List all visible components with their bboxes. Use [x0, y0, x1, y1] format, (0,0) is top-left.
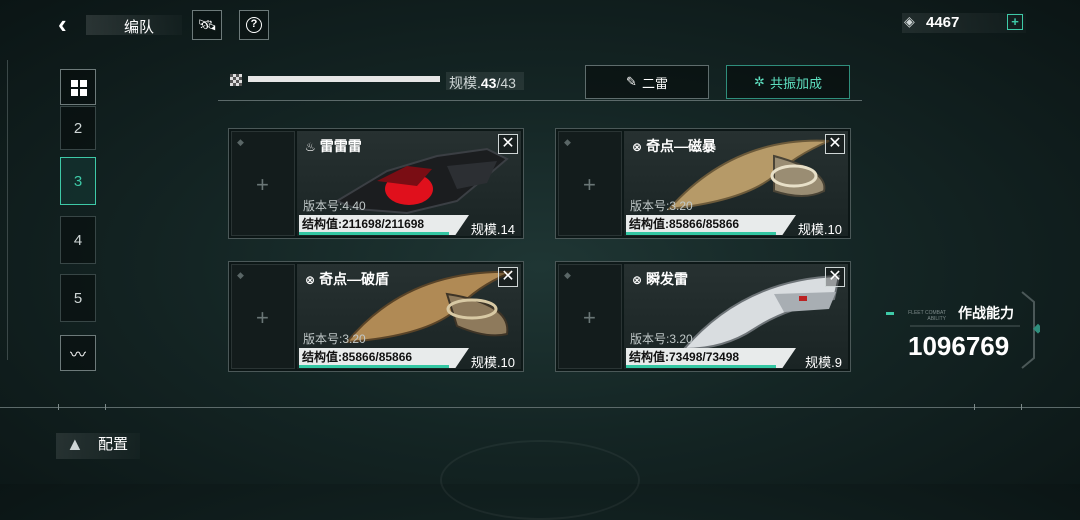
plus-icon: +	[583, 172, 596, 197]
ship-version: 版本号:3.20	[630, 199, 693, 213]
scale-progress-bar	[248, 76, 440, 82]
ship-card[interactable]: ◆ + ⊗ 奇点—磁暴 ✕ 版本号:3.20 结构值:85866/85866 规模.…	[555, 128, 851, 239]
scale-text: 规模.43/43	[449, 75, 516, 91]
diamond-icon: ◆	[564, 270, 571, 280]
power-value: 1096769	[908, 331, 1010, 361]
ship-version: 版本号:4.40	[303, 199, 366, 213]
checker-icon	[230, 74, 242, 86]
left-edge-frame	[0, 60, 8, 360]
ship-card[interactable]: ◆ + ♨ 雷雷雷 ✕ 版本号:4.40 结构值:211698/211698 规模.…	[228, 128, 524, 239]
bottom-marker-left	[58, 404, 106, 410]
ship-scale: 规模.14	[470, 222, 515, 236]
structure-bar	[299, 365, 449, 368]
core-icon: ⊗	[632, 140, 643, 154]
pencil-icon: ✎	[626, 74, 637, 89]
resonance-icon: ✲	[754, 74, 765, 89]
page-title: 编队	[124, 19, 155, 36]
fleet-slot-4[interactable]: 4	[60, 216, 96, 264]
power-label: 作战能力	[958, 305, 1014, 321]
grid-view-button[interactable]	[60, 69, 96, 105]
rocket-icon: 🛰	[197, 17, 217, 34]
plus-icon: +	[256, 172, 269, 197]
wave-icon: 〰	[69, 347, 86, 364]
ship-name: ⊗ 奇点—磁暴	[632, 138, 717, 154]
core-icon: ⊗	[632, 273, 643, 287]
diamond-icon: ◆	[237, 270, 244, 280]
power-tiny-label: FLEET COMBAT ABILITY	[908, 310, 946, 322]
divider	[218, 100, 862, 101]
add-module-slot[interactable]: ◆ +	[558, 264, 622, 369]
help-button[interactable]: ?	[239, 10, 269, 40]
fleet-slot-2[interactable]: 2	[60, 106, 96, 150]
wave-button[interactable]: 〰	[60, 335, 96, 371]
fleet-icon: ▲	[66, 434, 84, 454]
ship-scale: 规模.10	[470, 355, 515, 369]
bottom-divider	[0, 407, 1080, 408]
ship-scale: 规模.10	[797, 222, 842, 236]
resonance-bonus-button[interactable]: ✲ 共振加成	[726, 65, 850, 99]
config-button[interactable]: 配置	[98, 433, 128, 454]
structure-bar	[299, 232, 449, 235]
back-chevron-icon[interactable]: ‹	[58, 11, 80, 37]
plus-icon: +	[583, 305, 596, 330]
help-icon: ?	[246, 17, 262, 33]
ship-version: 版本号:3.20	[630, 332, 693, 346]
diamond-icon: ◆	[564, 137, 571, 147]
structure-bar	[626, 232, 776, 235]
bottom-marker-right	[974, 404, 1022, 410]
ship-name: ⊗ 奇点—破盾	[305, 271, 390, 287]
resource-value: 4467	[926, 14, 960, 31]
fleet-slot-5[interactable]: 5	[60, 274, 96, 322]
add-module-slot[interactable]: ◆ +	[231, 131, 295, 236]
ship-name: ♨ 雷雷雷	[305, 138, 362, 154]
rocket-button[interactable]: 🛰	[192, 10, 222, 40]
remove-ship-button[interactable]: ✕	[498, 134, 518, 154]
add-module-slot[interactable]: ◆ +	[231, 264, 295, 369]
remove-ship-button[interactable]: ✕	[825, 134, 845, 154]
plus-icon: +	[256, 305, 269, 330]
structure-bar	[626, 365, 776, 368]
flame-icon: ♨	[305, 140, 316, 154]
ship-scale: 规模.9	[805, 355, 842, 369]
add-module-slot[interactable]: ◆ +	[558, 131, 622, 236]
edit-name-button[interactable]: ✎ 二雷	[585, 65, 709, 99]
core-icon: ⊗	[305, 273, 316, 287]
bottom-arc-decor	[440, 440, 640, 520]
remove-ship-button[interactable]: ✕	[825, 267, 845, 287]
ship-card[interactable]: ◆ + ⊗ 瞬发雷 ✕ 版本号:3.20 结构值:73498/73498 规模.9	[555, 261, 851, 372]
ship-name: ⊗ 瞬发雷	[632, 271, 689, 287]
diamond-icon: ◆	[237, 137, 244, 147]
fleet-slot-3[interactable]: 3	[60, 157, 96, 205]
ship-version: 版本号:3.20	[303, 332, 366, 346]
crystal-icon: ◈	[904, 13, 915, 29]
add-resource-button[interactable]: +	[1007, 14, 1023, 30]
remove-ship-button[interactable]: ✕	[498, 267, 518, 287]
ship-card[interactable]: ◆ + ⊗ 奇点—破盾 ✕ 版本号:3.20 结构值:85866/85866 规模.…	[228, 261, 524, 372]
